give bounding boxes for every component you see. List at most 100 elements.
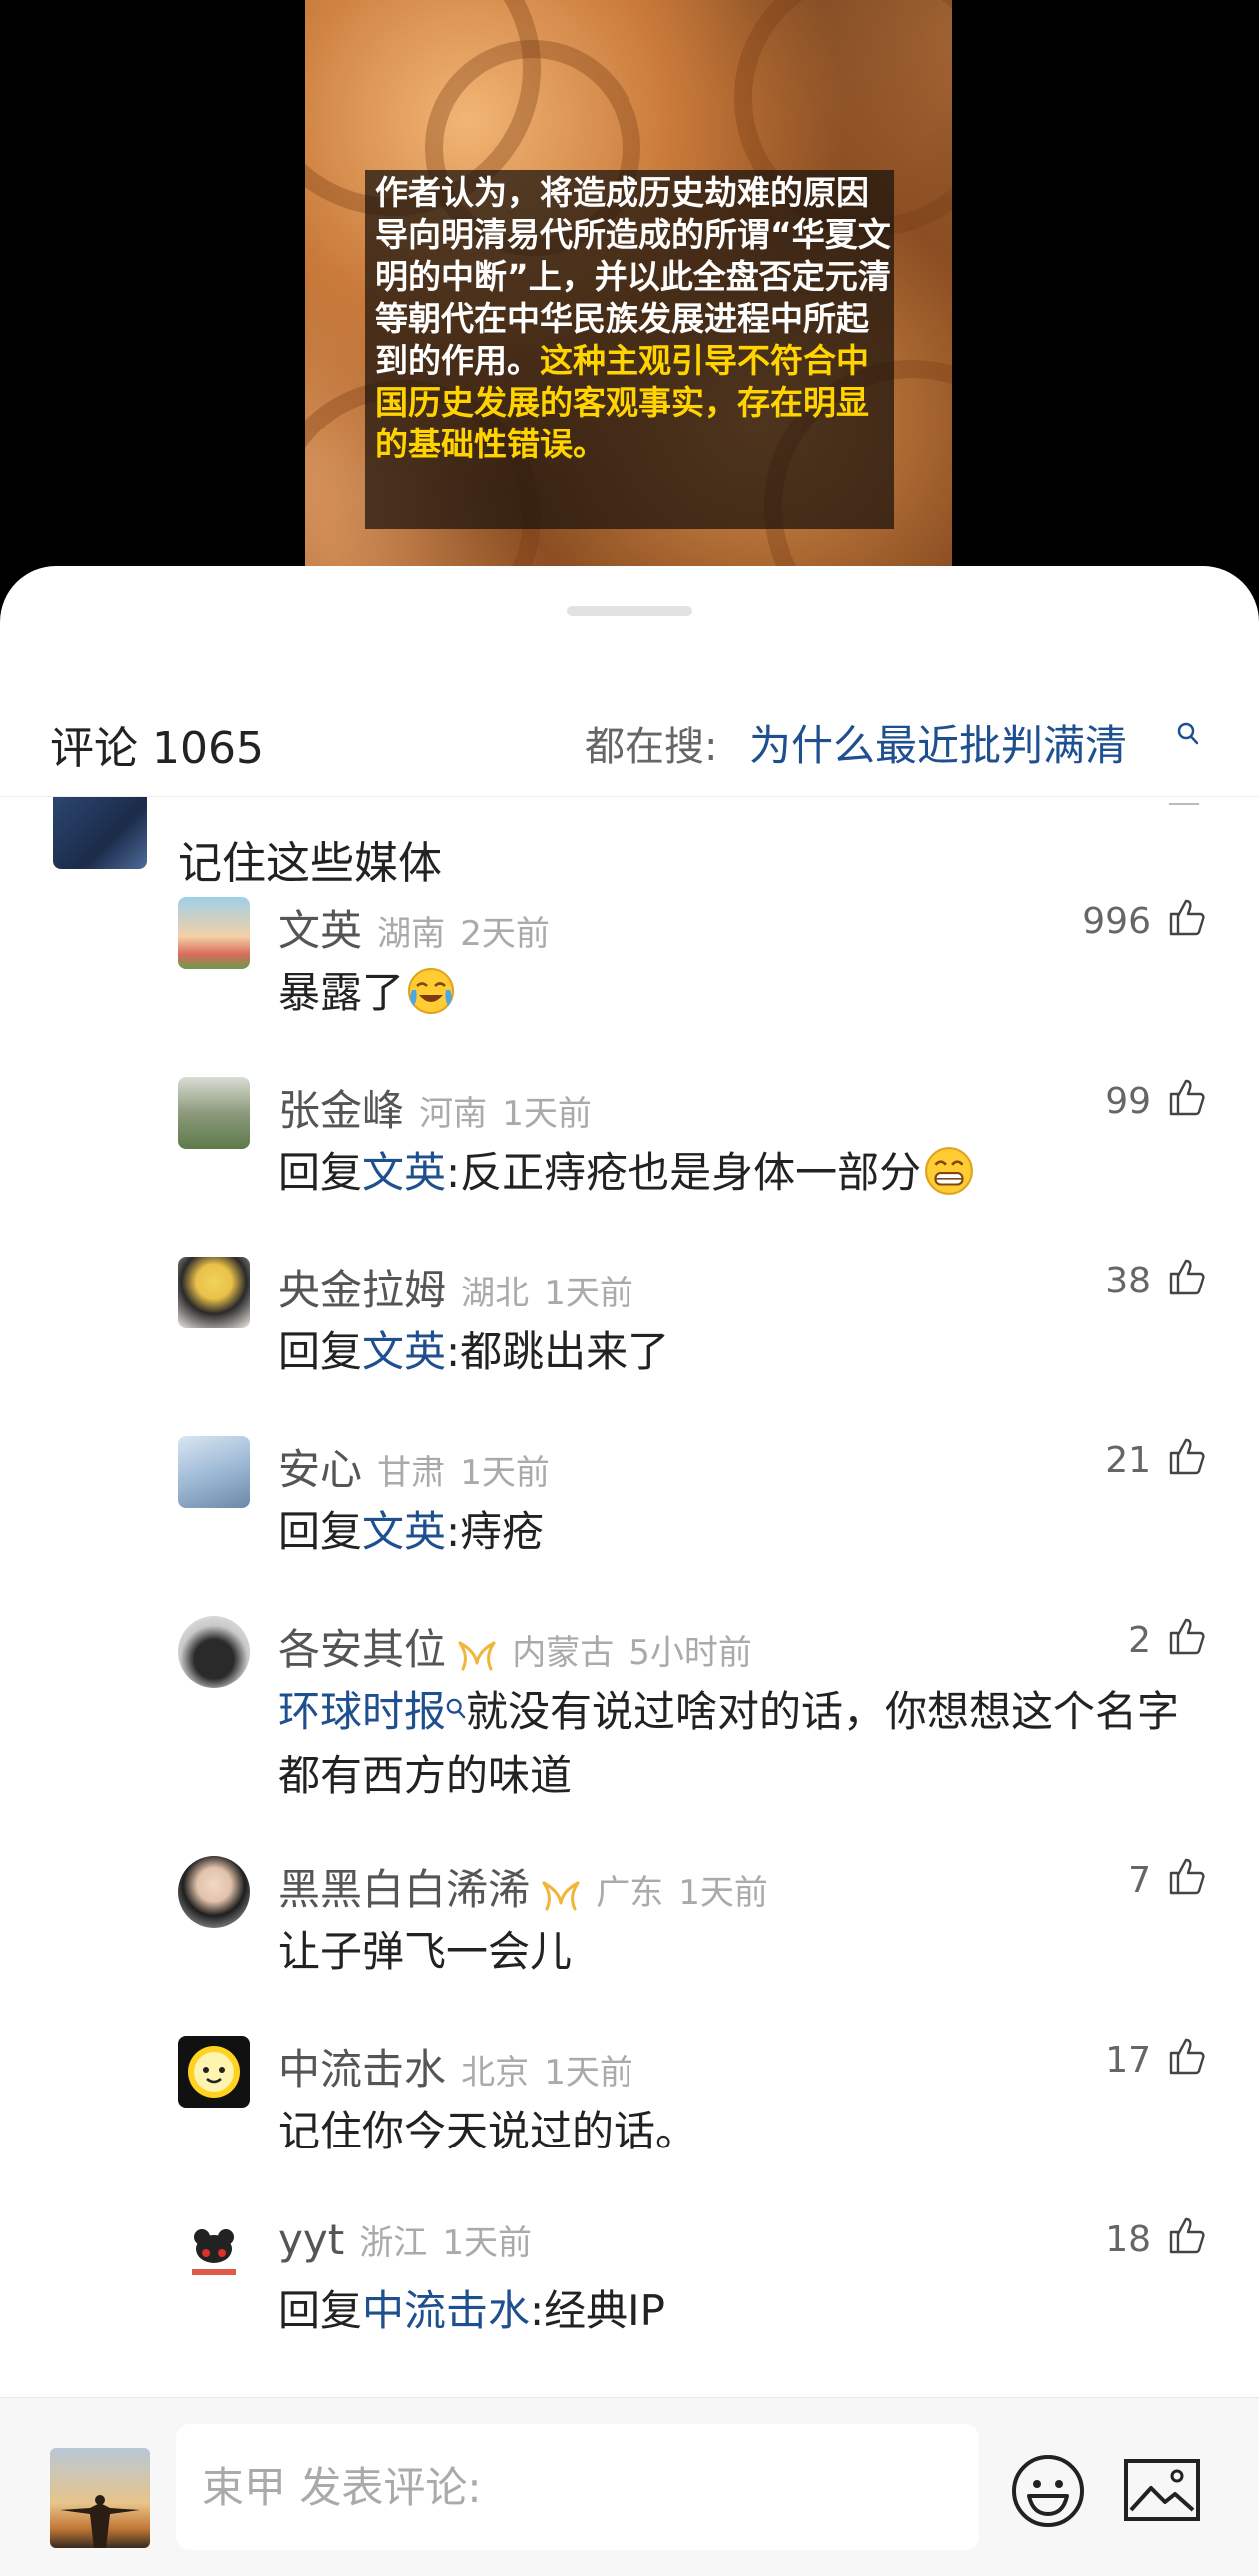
thumbs-up-icon[interactable] — [1167, 1436, 1207, 1476]
reply-text: 让子弹飞一会儿 — [278, 1920, 1217, 1984]
like-count: 2 — [1128, 1620, 1151, 1661]
reply-header: 张金峰 河南 1天前 — [278, 1077, 592, 1135]
reply-header: 文英 湖南 2天前 — [278, 897, 550, 955]
parent-comment-text: 记住这些媒体 — [178, 838, 442, 889]
reply-content: 记住你今天说过的话。 — [278, 2107, 698, 2155]
reply-content: :反正痔疮也是身体一部分 — [446, 1148, 922, 1197]
vip-badge-icon — [542, 1881, 580, 1910]
thumbs-up-icon[interactable] — [1167, 1856, 1207, 1896]
username[interactable]: 文英 — [278, 906, 362, 955]
trending-search-link[interactable]: 为什么最近批判满清 — [749, 712, 1127, 773]
location: 湖南 — [377, 914, 446, 954]
search-icon[interactable] — [1177, 722, 1199, 746]
reply-header: 黑黑白白浠浠 广东 1天前 — [278, 1856, 768, 1914]
avatar[interactable] — [178, 2036, 250, 2108]
location: 广东 — [596, 1873, 664, 1913]
timestamp: 2天前 — [460, 914, 550, 954]
reply-prefix: 回复 — [278, 2286, 363, 2335]
location: 浙江 — [359, 2223, 428, 2263]
username[interactable]: 安心 — [278, 1445, 362, 1494]
thumbs-up-icon[interactable] — [1167, 2215, 1207, 2255]
timestamp: 1天前 — [544, 1274, 633, 1313]
avatar[interactable] — [178, 2215, 250, 2287]
like-count: 38 — [1105, 1261, 1151, 1301]
timestamp: 1天前 — [502, 1094, 592, 1134]
thumbs-up-icon[interactable] — [1167, 1257, 1207, 1296]
timestamp: 1天前 — [678, 1873, 768, 1913]
avatar[interactable] — [178, 1077, 250, 1149]
comment-input[interactable] — [176, 2424, 979, 2550]
comment-list[interactable]: 记住这些媒体 文英 湖南 2天前 996 暴露了 张金峰 河南 1天前 99 回… — [0, 797, 1259, 2395]
username[interactable]: 各安其位 — [278, 1625, 446, 1674]
avatar[interactable] — [53, 797, 147, 869]
video-subtitle: 作者认为，将造成历史劫难的原因导向明清易代所造成的所谓“华夏文明的中断”上，并以… — [375, 172, 894, 465]
avatar[interactable] — [178, 1616, 250, 1688]
reply-prefix: 回复 — [278, 1507, 363, 1556]
like-count: 7 — [1128, 1860, 1151, 1901]
reply-to-user-link[interactable]: 文英 — [362, 1148, 446, 1197]
reply-content: :经典IP — [530, 2286, 665, 2335]
reply-text: 回复文英:痔疮 — [278, 1500, 1217, 1564]
comment-header: 评论 1065 都在搜: 为什么最近批判满清 — [0, 686, 1259, 797]
reply-prefix: 回复 — [278, 1327, 363, 1376]
avatar[interactable] — [178, 1856, 250, 1928]
thumbs-up-icon[interactable] — [1167, 2036, 1207, 2076]
timestamp: 1天前 — [460, 1453, 550, 1493]
location: 湖北 — [461, 1274, 530, 1313]
video-player[interactable]: 作者认为，将造成历史劫难的原因导向明清易代所造成的所谓“华夏文明的中断”上，并以… — [0, 0, 1259, 599]
reply-to-user-link[interactable]: 文英 — [362, 1327, 446, 1376]
comment-sheet: 评论 1065 都在搜: 为什么最近批判满清 记住这些媒体 文英 湖南 2天前 … — [0, 566, 1259, 2575]
username[interactable]: yyt — [278, 2215, 344, 2264]
image-icon[interactable] — [1123, 2458, 1201, 2522]
location: 内蒙古 — [512, 1633, 615, 1673]
like-icon[interactable] — [1169, 797, 1199, 805]
username[interactable]: 黑黑白白浠浠 — [278, 1865, 530, 1914]
like-count: 17 — [1105, 2040, 1151, 2081]
like-count: 21 — [1105, 1440, 1151, 1481]
location: 河南 — [419, 1094, 488, 1134]
comment-input-bar — [0, 2397, 1259, 2576]
like-count: 18 — [1105, 2219, 1151, 2260]
timestamp: 1天前 — [544, 2053, 633, 2093]
like-count: 99 — [1105, 1081, 1151, 1122]
trending-label: 都在搜: — [585, 724, 718, 770]
avatar[interactable] — [178, 1257, 250, 1328]
username[interactable]: 中流击水 — [278, 2045, 446, 2094]
bear-avatar-icon — [192, 2229, 236, 2275]
reply-text: 暴露了 — [278, 961, 1217, 1025]
reply-header: 央金拉姆 湖北 1天前 — [278, 1257, 633, 1314]
avatar[interactable] — [50, 2448, 150, 2548]
reply-to-user-link[interactable]: 中流击水 — [362, 2286, 530, 2335]
reply-text: 环球时报 就没有说过啥对的话，你想想这个名字都有西方的味道 — [278, 1680, 1217, 1808]
thumbs-up-icon[interactable] — [1167, 1077, 1207, 1117]
reply-content: :痔疮 — [446, 1507, 545, 1556]
thumbs-up-icon[interactable] — [1167, 1616, 1207, 1656]
username[interactable]: 张金峰 — [278, 1086, 404, 1135]
timestamp: 5小时前 — [629, 1633, 752, 1673]
reply-text: 记住你今天说过的话。 — [278, 2100, 1217, 2163]
silhouette-avatar-icon — [60, 2495, 140, 2548]
location: 北京 — [461, 2053, 530, 2093]
emoji-icon[interactable] — [1009, 2452, 1087, 2530]
reply-header: 各安其位 内蒙古 5小时前 — [278, 1616, 752, 1674]
reply-to-user-link[interactable]: 文英 — [362, 1507, 446, 1556]
reply-header: 安心 甘肃 1天前 — [278, 1436, 550, 1494]
avatar[interactable] — [178, 1436, 250, 1508]
reply-text: 回复文英:反正痔疮也是身体一部分 — [278, 1141, 1217, 1205]
vip-badge-icon — [458, 1641, 496, 1670]
grin-emoji-icon — [925, 1146, 974, 1195]
sheet-drag-handle[interactable] — [567, 606, 692, 616]
username[interactable]: 央金拉姆 — [278, 1266, 446, 1314]
reply-text: 回复文英:都跳出来了 — [278, 1320, 1217, 1384]
like-count: 996 — [1082, 901, 1151, 942]
search-icon[interactable] — [446, 1698, 466, 1720]
reply-header: 中流击水 北京 1天前 — [278, 2036, 633, 2094]
cry-laugh-emoji-icon — [408, 967, 455, 1014]
smiley-avatar-icon — [188, 2046, 240, 2098]
avatar[interactable] — [178, 897, 250, 969]
reply-prefix: 回复 — [278, 1148, 363, 1197]
topic-link[interactable]: 环球时报 — [278, 1687, 446, 1736]
reply-text: 回复中流击水:经典IP — [278, 2279, 1217, 2343]
location: 甘肃 — [377, 1453, 446, 1493]
thumbs-up-icon[interactable] — [1167, 897, 1207, 937]
